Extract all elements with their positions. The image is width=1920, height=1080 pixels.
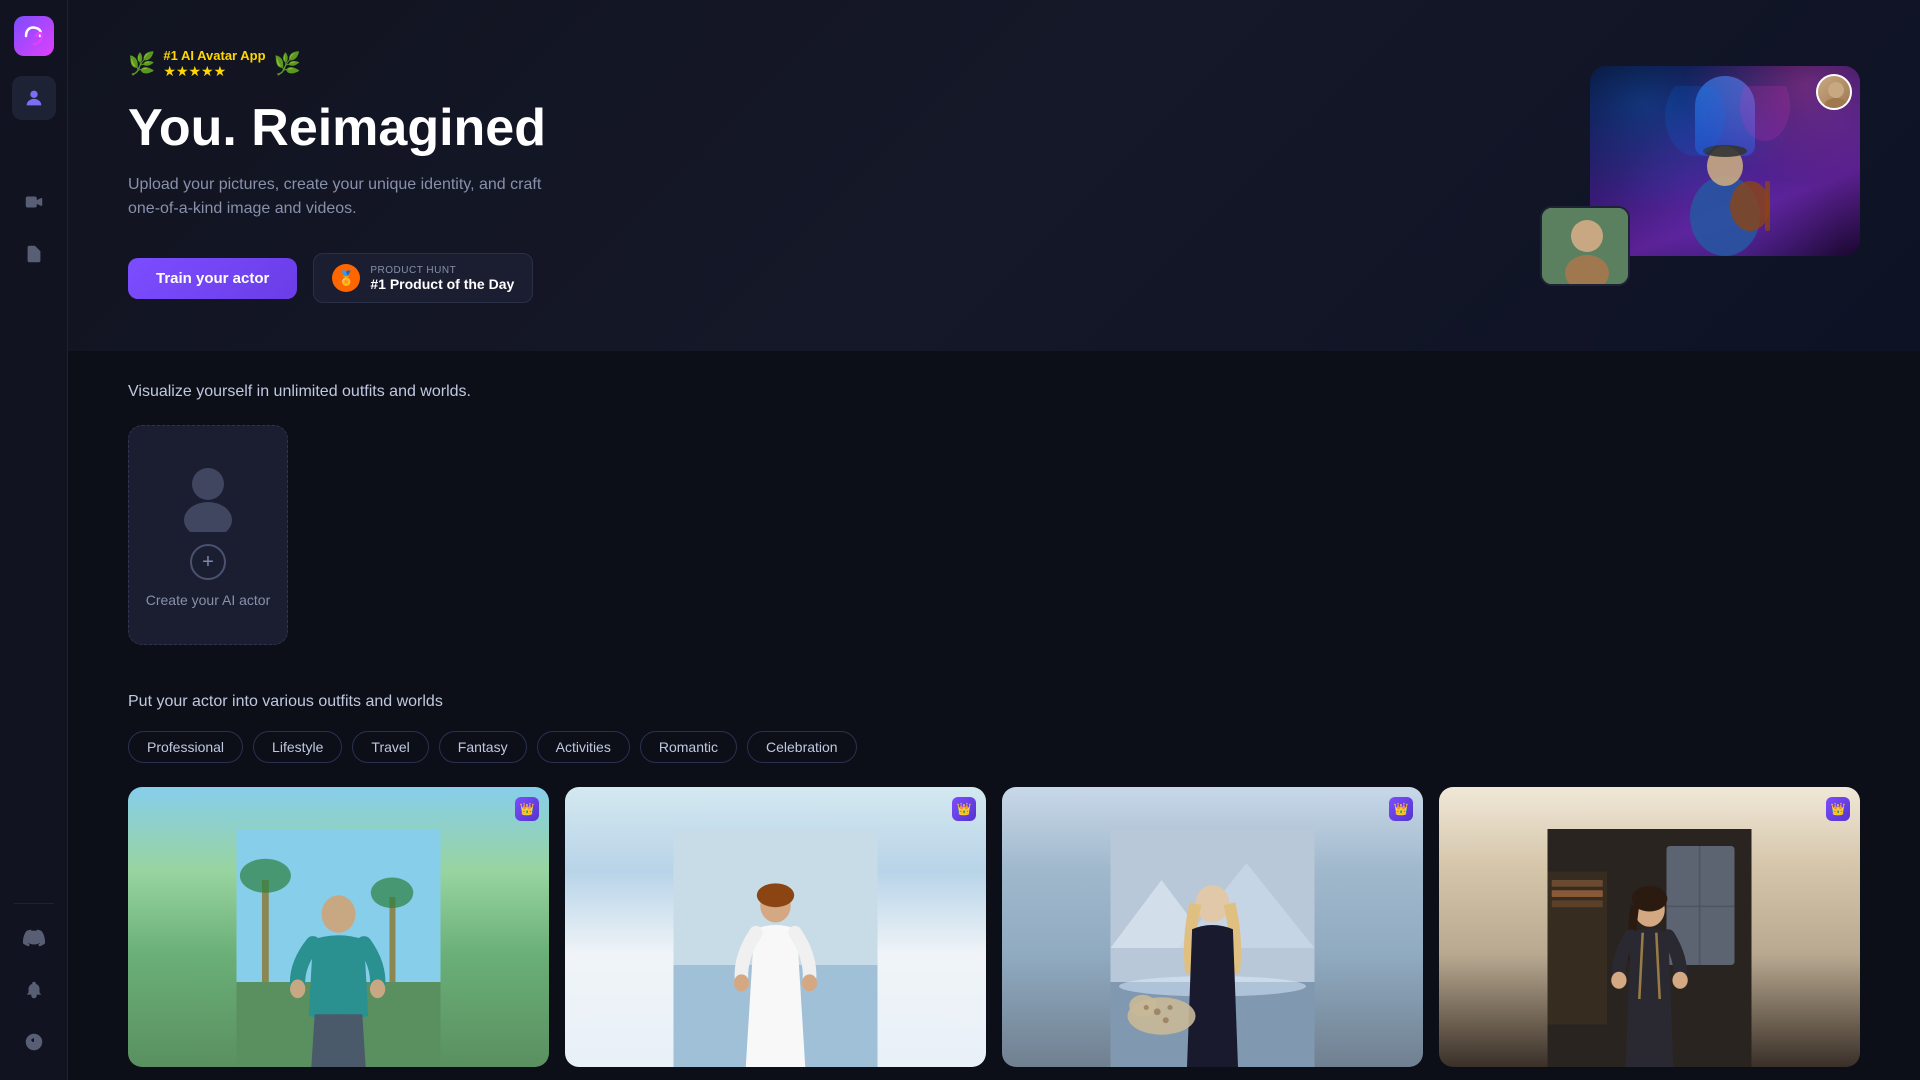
- app-logo[interactable]: [14, 16, 54, 56]
- badge-rank: #1 AI Avatar App: [163, 48, 265, 63]
- laurel-left: 🌿: [128, 51, 155, 77]
- hero-title-you: You.: [128, 99, 237, 157]
- train-actor-button[interactable]: Train your actor: [128, 258, 297, 299]
- sidebar: [0, 0, 68, 1080]
- main-content: 🌿 #1 AI Avatar App ★★★★★ 🌿 You. Reimagin…: [68, 0, 1920, 1080]
- hero-buttons: Train your actor 🏅 PRODUCT HUNT #1 Produ…: [128, 253, 546, 303]
- actor-silhouette: [173, 462, 243, 532]
- gallery-person-2: [565, 829, 986, 1067]
- actors-grid: + Create your AI actor: [128, 425, 1860, 645]
- gallery-card-3[interactable]: 👑: [1002, 787, 1423, 1067]
- guitarist-figure: [1635, 86, 1815, 256]
- hero-subtitle: Upload your pictures, create your unique…: [128, 173, 546, 221]
- gallery-person-4: [1439, 829, 1860, 1067]
- sidebar-item-swap[interactable]: [12, 128, 56, 172]
- hero-title-reimagined: Reimagined: [237, 99, 546, 157]
- filter-professional[interactable]: Professional: [128, 731, 243, 763]
- filter-activities[interactable]: Activities: [537, 731, 630, 763]
- gallery-badge-2: 👑: [952, 797, 976, 821]
- sidebar-item-document[interactable]: [12, 232, 56, 276]
- person-svg-1: [128, 829, 549, 1067]
- hero-thumbnail-image: [1540, 206, 1630, 286]
- ph-medal-icon: 🏅: [332, 264, 360, 292]
- hero-main-image: [1590, 66, 1860, 256]
- gallery-card-2[interactable]: 👑: [565, 787, 986, 1067]
- create-actor-card[interactable]: + Create your AI actor: [128, 425, 288, 645]
- content-area: Visualize yourself in unlimited outfits …: [68, 351, 1920, 1080]
- hero-title: You. Reimagined: [128, 100, 546, 157]
- sidebar-item-discord[interactable]: [12, 916, 56, 960]
- filter-fantasy[interactable]: Fantasy: [439, 731, 527, 763]
- sidebar-divider: [14, 903, 54, 904]
- sidebar-item-billing[interactable]: [12, 1020, 56, 1064]
- gallery-badge-4: 👑: [1826, 797, 1850, 821]
- outfit-filters: Professional Lifestyle Travel Fantasy Ac…: [128, 731, 1860, 763]
- hero-avatar-overlay: [1816, 74, 1852, 110]
- hero-section: 🌿 #1 AI Avatar App ★★★★★ 🌿 You. Reimagin…: [68, 0, 1920, 351]
- visualize-title: Visualize yourself in unlimited outfits …: [128, 383, 1860, 401]
- sidebar-item-video[interactable]: [12, 180, 56, 224]
- badge-stars: ★★★★★: [163, 63, 265, 80]
- gallery-card-1[interactable]: 👑: [128, 787, 549, 1067]
- product-hunt-button[interactable]: 🏅 PRODUCT HUNT #1 Product of the Day: [313, 253, 533, 303]
- person-svg-2: [565, 829, 986, 1067]
- filter-celebration[interactable]: Celebration: [747, 731, 857, 763]
- sidebar-item-notifications[interactable]: [12, 968, 56, 1012]
- create-actor-label: Create your AI actor: [146, 592, 271, 608]
- hero-badge: 🌿 #1 AI Avatar App ★★★★★ 🌿: [128, 48, 546, 80]
- gallery-badge-1: 👑: [515, 797, 539, 821]
- filter-romantic[interactable]: Romantic: [640, 731, 737, 763]
- laurel-right: 🌿: [274, 51, 301, 77]
- create-actor-plus-icon: +: [190, 544, 226, 580]
- gallery-person-1: [128, 829, 549, 1067]
- ph-text: PRODUCT HUNT #1 Product of the Day: [370, 265, 514, 292]
- person-svg-4: [1439, 829, 1860, 1067]
- ph-label: PRODUCT HUNT: [370, 265, 514, 276]
- gallery-person-3: [1002, 829, 1423, 1067]
- gallery-card-4[interactable]: 👑: [1439, 787, 1860, 1067]
- sidebar-item-profile[interactable]: [12, 76, 56, 120]
- ph-product-text: #1 Product of the Day: [370, 276, 514, 292]
- hero-images: [1560, 66, 1860, 286]
- hero-left: 🌿 #1 AI Avatar App ★★★★★ 🌿 You. Reimagin…: [128, 48, 546, 303]
- filter-lifestyle[interactable]: Lifestyle: [253, 731, 342, 763]
- outfit-gallery: 👑: [128, 787, 1860, 1067]
- filter-travel[interactable]: Travel: [352, 731, 428, 763]
- gallery-badge-3: 👑: [1389, 797, 1413, 821]
- outfits-title: Put your actor into various outfits and …: [128, 693, 1860, 711]
- person-svg-3: [1002, 829, 1423, 1067]
